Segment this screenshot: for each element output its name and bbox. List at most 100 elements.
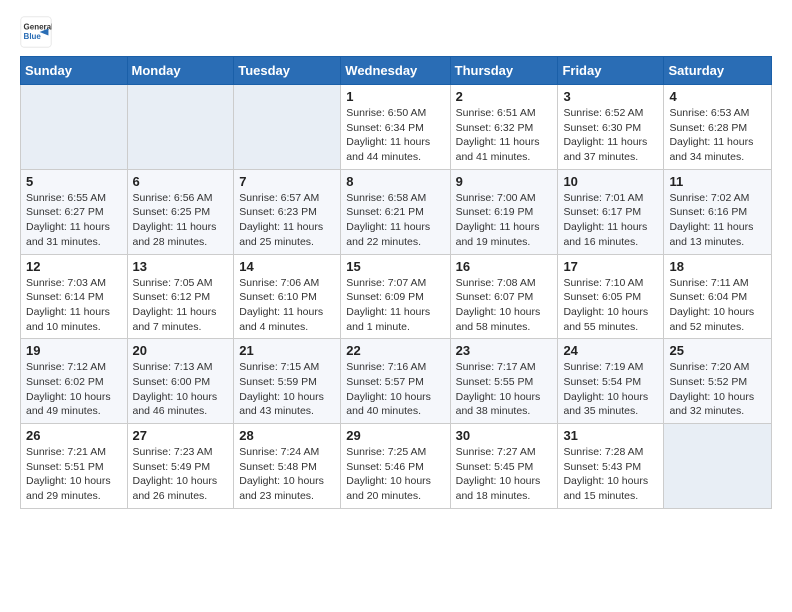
calendar-cell: 7 Sunrise: 6:57 AM Sunset: 6:23 PM Daylig…	[234, 169, 341, 254]
day-number: 28	[239, 428, 335, 443]
day-number: 26	[26, 428, 122, 443]
day-number: 31	[563, 428, 658, 443]
day-number: 22	[346, 343, 444, 358]
day-number: 19	[26, 343, 122, 358]
day-number: 4	[669, 89, 766, 104]
day-number: 29	[346, 428, 444, 443]
header: General Blue	[20, 16, 772, 48]
day-info: Sunrise: 7:27 AM Sunset: 5:45 PM Dayligh…	[456, 445, 553, 504]
day-number: 18	[669, 259, 766, 274]
day-number: 2	[456, 89, 553, 104]
day-number: 8	[346, 174, 444, 189]
calendar-cell: 24 Sunrise: 7:19 AM Sunset: 5:54 PM Dayli…	[558, 339, 664, 424]
day-number: 7	[239, 174, 335, 189]
day-info: Sunrise: 7:06 AM Sunset: 6:10 PM Dayligh…	[239, 276, 335, 335]
calendar-cell	[21, 85, 128, 170]
day-info: Sunrise: 6:52 AM Sunset: 6:30 PM Dayligh…	[563, 106, 658, 165]
calendar-header-row: SundayMondayTuesdayWednesdayThursdayFrid…	[21, 57, 772, 85]
calendar-header-tuesday: Tuesday	[234, 57, 341, 85]
day-number: 16	[456, 259, 553, 274]
calendar-week-row: 5Sunrise: 6:55 AM Sunset: 6:27 PM Daylig…	[21, 169, 772, 254]
day-info: Sunrise: 7:23 AM Sunset: 5:49 PM Dayligh…	[133, 445, 229, 504]
calendar-cell: 19 Sunrise: 7:12 AM Sunset: 6:02 PM Dayli…	[21, 339, 128, 424]
calendar-cell	[127, 85, 234, 170]
day-info: Sunrise: 7:15 AM Sunset: 5:59 PM Dayligh…	[239, 360, 335, 419]
calendar-cell: 12 Sunrise: 7:03 AM Sunset: 6:14 PM Dayli…	[21, 254, 128, 339]
calendar-cell: 2 Sunrise: 6:51 AM Sunset: 6:32 PM Daylig…	[450, 85, 558, 170]
day-info: Sunrise: 7:13 AM Sunset: 6:00 PM Dayligh…	[133, 360, 229, 419]
calendar-cell: 26 Sunrise: 7:21 AM Sunset: 5:51 PM Dayli…	[21, 424, 128, 509]
calendar-cell: 30 Sunrise: 7:27 AM Sunset: 5:45 PM Dayli…	[450, 424, 558, 509]
calendar-cell: 18 Sunrise: 7:11 AM Sunset: 6:04 PM Dayli…	[664, 254, 772, 339]
day-info: Sunrise: 7:01 AM Sunset: 6:17 PM Dayligh…	[563, 191, 658, 250]
day-number: 14	[239, 259, 335, 274]
calendar-cell: 5Sunrise: 6:55 AM Sunset: 6:27 PM Daylig…	[21, 169, 128, 254]
day-info: Sunrise: 7:08 AM Sunset: 6:07 PM Dayligh…	[456, 276, 553, 335]
calendar-cell: 17 Sunrise: 7:10 AM Sunset: 6:05 PM Dayli…	[558, 254, 664, 339]
day-number: 27	[133, 428, 229, 443]
calendar-week-row: 12 Sunrise: 7:03 AM Sunset: 6:14 PM Dayli…	[21, 254, 772, 339]
calendar-cell: 25Sunrise: 7:20 AM Sunset: 5:52 PM Dayli…	[664, 339, 772, 424]
logo: General Blue	[20, 16, 52, 48]
calendar-cell: 3Sunrise: 6:52 AM Sunset: 6:30 PM Daylig…	[558, 85, 664, 170]
calendar-cell: 8 Sunrise: 6:58 AM Sunset: 6:21 PM Daylig…	[341, 169, 450, 254]
calendar-cell: 14 Sunrise: 7:06 AM Sunset: 6:10 PM Dayli…	[234, 254, 341, 339]
calendar-cell: 21 Sunrise: 7:15 AM Sunset: 5:59 PM Dayli…	[234, 339, 341, 424]
calendar-cell: 27 Sunrise: 7:23 AM Sunset: 5:49 PM Dayli…	[127, 424, 234, 509]
day-number: 1	[346, 89, 444, 104]
day-info: Sunrise: 7:07 AM Sunset: 6:09 PM Dayligh…	[346, 276, 444, 335]
logo-icon: General Blue	[20, 16, 52, 48]
day-number: 30	[456, 428, 553, 443]
day-info: Sunrise: 7:21 AM Sunset: 5:51 PM Dayligh…	[26, 445, 122, 504]
day-info: Sunrise: 7:03 AM Sunset: 6:14 PM Dayligh…	[26, 276, 122, 335]
day-number: 17	[563, 259, 658, 274]
calendar-cell: 15Sunrise: 7:07 AM Sunset: 6:09 PM Dayli…	[341, 254, 450, 339]
calendar-cell: 16 Sunrise: 7:08 AM Sunset: 6:07 PM Dayli…	[450, 254, 558, 339]
calendar-cell: 31 Sunrise: 7:28 AM Sunset: 5:43 PM Dayli…	[558, 424, 664, 509]
calendar-cell: 13 Sunrise: 7:05 AM Sunset: 6:12 PM Dayli…	[127, 254, 234, 339]
day-info: Sunrise: 6:56 AM Sunset: 6:25 PM Dayligh…	[133, 191, 229, 250]
calendar-header-thursday: Thursday	[450, 57, 558, 85]
calendar-cell	[664, 424, 772, 509]
day-info: Sunrise: 7:11 AM Sunset: 6:04 PM Dayligh…	[669, 276, 766, 335]
day-info: Sunrise: 7:20 AM Sunset: 5:52 PM Dayligh…	[669, 360, 766, 419]
calendar-header-saturday: Saturday	[664, 57, 772, 85]
day-info: Sunrise: 7:12 AM Sunset: 6:02 PM Dayligh…	[26, 360, 122, 419]
day-number: 11	[669, 174, 766, 189]
calendar-cell: 6 Sunrise: 6:56 AM Sunset: 6:25 PM Daylig…	[127, 169, 234, 254]
calendar-container: General Blue SundayMondayTuesdayWednesda…	[0, 0, 792, 525]
calendar-cell: 1 Sunrise: 6:50 AM Sunset: 6:34 PM Daylig…	[341, 85, 450, 170]
calendar-cell: 20Sunrise: 7:13 AM Sunset: 6:00 PM Dayli…	[127, 339, 234, 424]
day-info: Sunrise: 6:51 AM Sunset: 6:32 PM Dayligh…	[456, 106, 553, 165]
day-info: Sunrise: 6:50 AM Sunset: 6:34 PM Dayligh…	[346, 106, 444, 165]
day-number: 12	[26, 259, 122, 274]
day-info: Sunrise: 7:16 AM Sunset: 5:57 PM Dayligh…	[346, 360, 444, 419]
calendar-cell: 22 Sunrise: 7:16 AM Sunset: 5:57 PM Dayli…	[341, 339, 450, 424]
calendar-header-wednesday: Wednesday	[341, 57, 450, 85]
calendar-cell: 23 Sunrise: 7:17 AM Sunset: 5:55 PM Dayli…	[450, 339, 558, 424]
day-info: Sunrise: 6:55 AM Sunset: 6:27 PM Dayligh…	[26, 191, 122, 250]
day-number: 21	[239, 343, 335, 358]
day-info: Sunrise: 7:28 AM Sunset: 5:43 PM Dayligh…	[563, 445, 658, 504]
day-number: 23	[456, 343, 553, 358]
day-number: 13	[133, 259, 229, 274]
day-info: Sunrise: 6:58 AM Sunset: 6:21 PM Dayligh…	[346, 191, 444, 250]
calendar-cell: 29 Sunrise: 7:25 AM Sunset: 5:46 PM Dayli…	[341, 424, 450, 509]
day-info: Sunrise: 7:25 AM Sunset: 5:46 PM Dayligh…	[346, 445, 444, 504]
day-info: Sunrise: 7:24 AM Sunset: 5:48 PM Dayligh…	[239, 445, 335, 504]
day-info: Sunrise: 7:05 AM Sunset: 6:12 PM Dayligh…	[133, 276, 229, 335]
day-info: Sunrise: 7:17 AM Sunset: 5:55 PM Dayligh…	[456, 360, 553, 419]
calendar-header-sunday: Sunday	[21, 57, 128, 85]
day-number: 6	[133, 174, 229, 189]
day-info: Sunrise: 6:57 AM Sunset: 6:23 PM Dayligh…	[239, 191, 335, 250]
calendar-cell: 4 Sunrise: 6:53 AM Sunset: 6:28 PM Daylig…	[664, 85, 772, 170]
calendar-cell: 9Sunrise: 7:00 AM Sunset: 6:19 PM Daylig…	[450, 169, 558, 254]
svg-text:Blue: Blue	[24, 32, 42, 41]
calendar-header-friday: Friday	[558, 57, 664, 85]
day-number: 24	[563, 343, 658, 358]
day-info: Sunrise: 6:53 AM Sunset: 6:28 PM Dayligh…	[669, 106, 766, 165]
calendar-cell: 10Sunrise: 7:01 AM Sunset: 6:17 PM Dayli…	[558, 169, 664, 254]
calendar-header-monday: Monday	[127, 57, 234, 85]
day-info: Sunrise: 7:19 AM Sunset: 5:54 PM Dayligh…	[563, 360, 658, 419]
day-info: Sunrise: 7:10 AM Sunset: 6:05 PM Dayligh…	[563, 276, 658, 335]
